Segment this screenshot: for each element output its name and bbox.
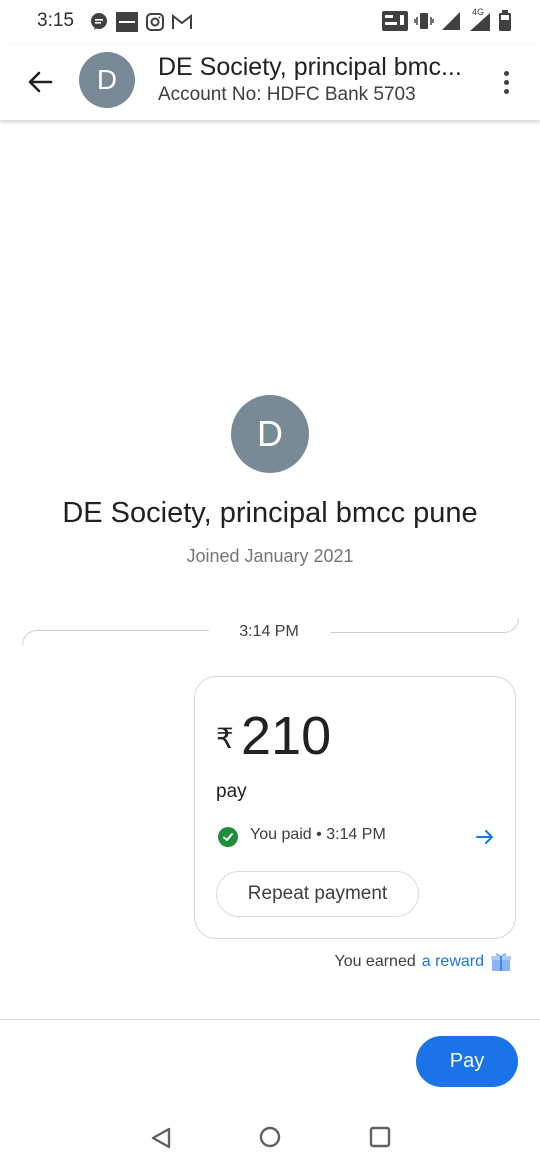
- more-vert-icon: [503, 70, 509, 76]
- nav-back-icon[interactable]: [150, 1126, 172, 1150]
- gift-icon[interactable]: [490, 952, 512, 972]
- timeline-divider-left: [22, 630, 209, 645]
- repeat-payment-button[interactable]: Repeat payment: [216, 871, 419, 917]
- reward-prefix: You earned: [334, 953, 416, 970]
- payment-note: pay: [216, 781, 247, 802]
- reward-line: You earned a reward: [334, 952, 512, 972]
- reward-link[interactable]: a reward: [422, 953, 484, 971]
- battery-icon: [499, 10, 511, 31]
- status-bar: 3:15 4G: [0, 0, 540, 44]
- profile-avatar: D: [231, 395, 309, 473]
- payment-card[interactable]: ₹ 210 pay You paid • 3:14 PM Repeat paym…: [194, 676, 516, 939]
- currency-symbol: ₹: [216, 723, 234, 754]
- 4g-signal-icon: 4G: [468, 7, 492, 32]
- joined-date: Joined January 2021: [186, 546, 354, 566]
- bottom-divider: [0, 1019, 540, 1020]
- gmail-icon: [172, 14, 192, 29]
- timeline-divider-right: [330, 618, 519, 633]
- system-icons: 4G: [382, 7, 512, 32]
- back-button[interactable]: [20, 64, 60, 100]
- notification-icons: [90, 12, 192, 32]
- system-nav-bar: [0, 1110, 540, 1170]
- chat-bubble-icon: [91, 13, 107, 30]
- vibrate-icon: [414, 13, 434, 29]
- zomato-icon: [116, 12, 138, 32]
- account-number: Account No: HDFC Bank 5703: [158, 84, 416, 105]
- more-dot: [503, 88, 509, 94]
- signal-icon: [442, 12, 460, 30]
- volte-icon: [382, 11, 408, 31]
- check-circle-icon: [218, 827, 238, 847]
- header-title[interactable]: DE Society, principal bmc...: [158, 53, 462, 82]
- payment-amount: 210: [241, 706, 332, 766]
- app-bar: D DE Society, principal bmc... Account N…: [0, 44, 540, 120]
- status-time: 3:15: [37, 10, 74, 31]
- arrow-back-icon: [28, 71, 53, 93]
- nav-recents-icon[interactable]: [369, 1126, 391, 1148]
- payment-status: You paid • 3:14 PM: [250, 826, 386, 843]
- nav-home-icon[interactable]: [259, 1126, 281, 1148]
- arrow-forward-icon[interactable]: [475, 827, 495, 847]
- instagram-icon: [146, 13, 164, 31]
- pay-button[interactable]: Pay: [416, 1036, 518, 1087]
- header-avatar[interactable]: D: [79, 52, 135, 108]
- timeline-time: 3:14 PM: [239, 623, 299, 640]
- more-options-button[interactable]: [494, 64, 518, 100]
- more-dot: [503, 79, 509, 85]
- contact-name: DE Society, principal bmcc pune: [62, 497, 478, 529]
